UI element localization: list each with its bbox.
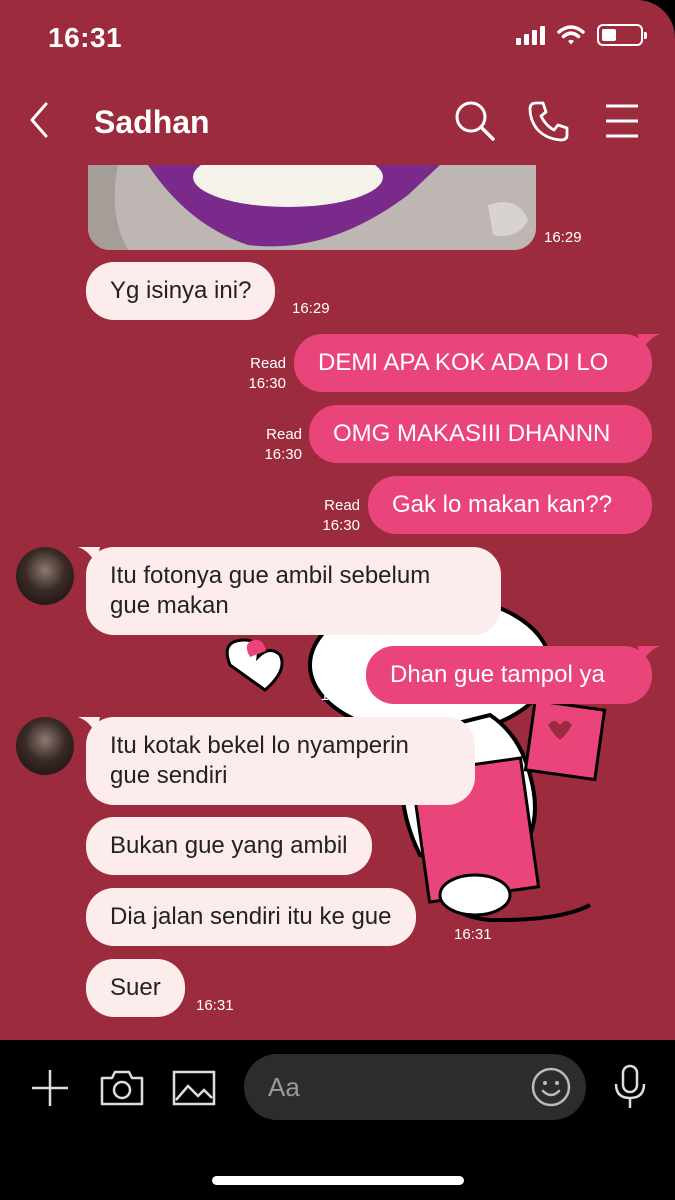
message-bubble-incoming[interactable]: Yg isinya ini?: [86, 262, 276, 320]
message-text: gue makan: [110, 592, 229, 619]
search-icon[interactable]: [452, 98, 498, 144]
status-icons: [516, 24, 647, 46]
message-text: OMG MAKASIII DHANNN: [333, 420, 611, 447]
message-bubble-outgoing[interactable]: DEMI APA KOK ADA DI LO: [294, 334, 660, 392]
chat-header: Sadhan: [0, 86, 675, 158]
message-bubble-incoming[interactable]: Dia jalan sendiri itu ke gue: [86, 888, 416, 946]
message-text: Itu fotonya gue ambil sebelum: [110, 562, 431, 589]
photo-time: 16:29: [544, 229, 582, 246]
message-text: gue sendiri: [110, 762, 228, 789]
message-bubble-outgoing[interactable]: Dhan gue tampol ya: [366, 646, 660, 704]
message-bubble-incoming[interactable]: Itu fotonya gue ambil sebelum gue makan: [78, 547, 501, 635]
chevron-left-icon[interactable]: [24, 100, 56, 140]
image-icon[interactable]: [170, 1064, 218, 1112]
message-text: Bukan gue yang ambil: [110, 832, 348, 859]
message-text: Gak lo makan kan??: [392, 491, 613, 518]
input-bar: Aa: [0, 1040, 675, 1200]
message-time: 16:31: [196, 997, 234, 1014]
photo-message[interactable]: [88, 165, 536, 250]
message-text: DEMI APA KOK ADA DI LO: [318, 349, 609, 376]
home-indicator[interactable]: [212, 1176, 464, 1185]
message-time: 16:29: [292, 300, 330, 317]
message-bubble-outgoing[interactable]: OMG MAKASIII DHANNN: [309, 405, 652, 463]
mic-icon[interactable]: [606, 1062, 654, 1110]
message-text: Dia jalan sendiri itu ke gue: [110, 903, 392, 930]
emoji-icon[interactable]: [530, 1066, 572, 1108]
read-receipt: Read 16:30: [264, 426, 302, 463]
message-bubble-incoming[interactable]: Suer: [86, 959, 185, 1017]
message-text: Itu kotak bekel lo nyamperin: [110, 732, 409, 759]
signal-icon: [516, 25, 545, 45]
wifi-icon: [557, 25, 585, 45]
message-text: Dhan gue tampol ya: [390, 661, 605, 688]
phone-icon[interactable]: [526, 98, 572, 144]
message-bubble-outgoing[interactable]: Gak lo makan kan??: [368, 476, 652, 534]
chat-screen: 16:31 Sadhan 16:29 Yg isinya ini? 16:29 …: [0, 0, 675, 1200]
status-time: 16:31: [48, 22, 123, 53]
message-input[interactable]: Aa: [244, 1054, 586, 1120]
menu-icon[interactable]: [600, 98, 646, 144]
read-receipt: Read 16:30: [322, 497, 360, 534]
read-receipt: Read 16:30: [248, 355, 286, 392]
avatar[interactable]: [16, 717, 74, 775]
contact-name[interactable]: Sadhan: [94, 104, 210, 141]
input-placeholder: Aa: [268, 1072, 300, 1102]
plus-icon[interactable]: [26, 1064, 74, 1112]
read-receipt: Read 16:30: [320, 667, 358, 704]
message-time: 16:31: [454, 926, 492, 943]
avatar[interactable]: [16, 547, 74, 605]
message-text: Yg isinya ini?: [110, 277, 252, 304]
message-bubble-incoming[interactable]: Itu kotak bekel lo nyamperin gue sendiri: [78, 717, 475, 805]
message-bubble-incoming[interactable]: Bukan gue yang ambil: [86, 817, 372, 875]
chat-area[interactable]: 16:29 Yg isinya ini? 16:29 Read 16:30 DEM…: [0, 165, 675, 1040]
battery-icon: [597, 24, 647, 46]
camera-icon[interactable]: [98, 1064, 146, 1112]
message-text: Suer: [110, 974, 161, 1001]
